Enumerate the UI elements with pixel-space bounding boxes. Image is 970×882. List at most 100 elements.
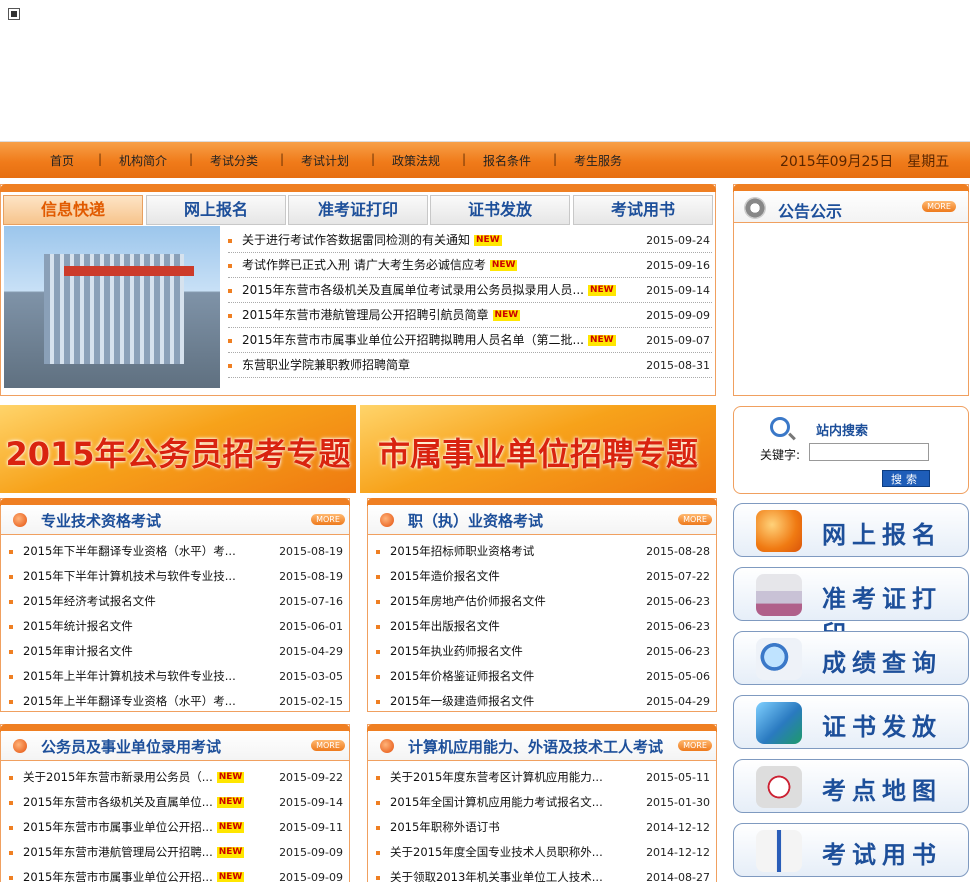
side-button-label: 网上报名 <box>822 521 942 549</box>
item-title[interactable]: 关于领取2013年机关事业单位工人技术... <box>390 865 603 882</box>
list-item[interactable]: 2015年下半年计算机技术与软件专业技... 2015-08-19 <box>7 564 345 589</box>
list-item[interactable]: 2015年招标师职业资格考试 2015-08-28 <box>374 539 712 564</box>
news-link[interactable]: 2015年东营市各级机关及直属单位考试录用公务员拟录用人员... NEW <box>242 278 616 303</box>
more-button[interactable]: MORE <box>922 201 956 212</box>
item-title[interactable]: 2015年上半年翻译专业资格（水平）考... <box>23 689 236 714</box>
more-button[interactable]: MORE <box>311 740 345 751</box>
promo-banner-civil-service[interactable]: 2015年公务员招考专题 <box>0 405 356 493</box>
list-item[interactable]: 关于2015年度全国专业技术人员职称外... 2014-12-12 <box>374 840 712 865</box>
tab-news-express[interactable]: 信息快递 <box>3 195 143 225</box>
list-item[interactable]: 关于领取2013年机关事业单位工人技术... 2014-08-27 <box>374 865 712 882</box>
item-link[interactable]: 2015年东营市市属事业单位公开招... NEW <box>23 865 245 882</box>
list-item[interactable]: 2015年执业药师报名文件 2015-06-23 <box>374 639 712 664</box>
item-title[interactable]: 2015年价格鉴证师报名文件 <box>390 664 534 689</box>
more-button[interactable]: MORE <box>311 514 345 525</box>
list-item[interactable]: 2015年职称外语订书 2014-12-12 <box>374 815 712 840</box>
list-item[interactable]: 2015年审计报名文件 2015-04-29 <box>7 639 345 664</box>
item-title[interactable]: 2015年职称外语订书 <box>390 815 500 840</box>
item-title[interactable]: 2015年经济考试报名文件 <box>23 589 156 614</box>
list-item[interactable]: 关于2015年度东营考区计算机应用能力... 2015-05-11 <box>374 765 712 790</box>
news-link[interactable]: 东营职业学院兼职教师招聘简章 <box>242 353 410 378</box>
news-link[interactable]: 2015年东营市市属事业单位公开招聘拟聘用人员名单（第二批... NEW <box>242 328 616 353</box>
list-item[interactable]: 2015年一级建造师报名文件 2015-04-29 <box>374 689 712 714</box>
item-title[interactable]: 2015年东营市市属事业单位公开招... <box>23 870 213 882</box>
list-item[interactable]: 2015年东营市市属事业单位公开招聘拟聘用人员名单（第二批... NEW 2015… <box>228 328 712 353</box>
item-title[interactable]: 2015年执业药师报名文件 <box>390 639 523 664</box>
item-title[interactable]: 2015年下半年翻译专业资格（水平）考... <box>23 539 236 564</box>
item-title[interactable]: 2015年出版报名文件 <box>390 614 500 639</box>
more-button[interactable]: MORE <box>678 514 712 525</box>
nav-item-policy[interactable]: 政策法规 <box>392 152 440 169</box>
side-button-exam-map[interactable]: 考点地图 <box>733 759 969 813</box>
item-title[interactable]: 2015年造价报名文件 <box>390 564 500 589</box>
list-item[interactable]: 2015年东营市港航管理局公开招聘... NEW 2015-09-09 <box>7 840 345 865</box>
list-item[interactable]: 2015年出版报名文件 2015-06-23 <box>374 614 712 639</box>
item-title[interactable]: 2015年上半年计算机技术与软件专业技... <box>23 664 236 689</box>
side-button-score-query[interactable]: 成绩查询 <box>733 631 969 685</box>
tab-certificate[interactable]: 证书发放 <box>430 195 570 225</box>
list-item[interactable]: 2015年全国计算机应用能力考试报名文... 2015-01-30 <box>374 790 712 815</box>
news-photo[interactable] <box>4 226 220 388</box>
news-title[interactable]: 东营职业学院兼职教师招聘简章 <box>242 358 410 372</box>
item-title[interactable]: 2015年统计报名文件 <box>23 614 133 639</box>
promo-banner-public-institution[interactable]: 市属事业单位招聘专题 <box>360 405 716 493</box>
item-title[interactable]: 2015年一级建造师报名文件 <box>390 689 534 714</box>
list-item[interactable]: 2015年统计报名文件 2015-06-01 <box>7 614 345 639</box>
item-link[interactable]: 2015年东营市各级机关及直属单位... NEW <box>23 790 245 815</box>
item-title[interactable]: 2015年东营市各级机关及直属单位... <box>23 795 213 809</box>
search-input[interactable] <box>809 443 929 461</box>
list-item[interactable]: 2015年东营市港航管理局公开招聘引航员简章 NEW 2015-09-09 <box>228 303 712 328</box>
item-link[interactable]: 2015年东营市港航管理局公开招聘... NEW <box>23 840 245 865</box>
item-link[interactable]: 2015年东营市市属事业单位公开招... NEW <box>23 815 245 840</box>
item-title[interactable]: 关于2015年东营市新录用公务员（... <box>23 770 213 784</box>
list-item[interactable]: 2015年造价报名文件 2015-07-22 <box>374 564 712 589</box>
search-button[interactable]: 搜索 <box>882 470 930 487</box>
item-title[interactable]: 2015年东营市市属事业单位公开招... <box>23 820 213 834</box>
tab-online-registration[interactable]: 网上报名 <box>146 195 286 225</box>
list-item[interactable]: 东营职业学院兼职教师招聘简章 2015-08-31 <box>228 353 712 378</box>
list-item[interactable]: 2015年东营市市属事业单位公开招... NEW 2015-09-11 <box>7 815 345 840</box>
side-button-certificate[interactable]: 证书发放 <box>733 695 969 749</box>
item-title[interactable]: 关于2015年度东营考区计算机应用能力... <box>390 765 603 790</box>
list-item[interactable]: 2015年房地产估价师报名文件 2015-06-23 <box>374 589 712 614</box>
news-link[interactable]: 考试作弊已正式入刑 请广大考生务必诚信应考 NEW <box>242 253 518 278</box>
nav-item-requirements[interactable]: 报名条件 <box>483 152 531 169</box>
news-title[interactable]: 关于进行考试作答数据雷同检测的有关通知 <box>242 233 470 247</box>
item-title[interactable]: 2015年房地产估价师报名文件 <box>390 589 546 614</box>
side-button-online-registration[interactable]: 网上报名 <box>733 503 969 557</box>
news-title[interactable]: 2015年东营市港航管理局公开招聘引航员简章 <box>242 308 489 322</box>
side-button-admission-ticket[interactable]: 准考证打印 <box>733 567 969 648</box>
list-item[interactable]: 2015年下半年翻译专业资格（水平）考... 2015-08-19 <box>7 539 345 564</box>
side-button-exam-books[interactable]: 考试用书 <box>733 823 969 877</box>
list-item[interactable]: 关于2015年东营市新录用公务员（... NEW 2015-09-22 <box>7 765 345 790</box>
news-title[interactable]: 考试作弊已正式入刑 请广大考生务必诚信应考 <box>242 258 486 272</box>
news-link[interactable]: 关于进行考试作答数据雷同检测的有关通知 NEW <box>242 228 502 253</box>
list-item[interactable]: 2015年东营市各级机关及直属单位... NEW 2015-09-14 <box>7 790 345 815</box>
list-item[interactable]: 2015年价格鉴证师报名文件 2015-05-06 <box>374 664 712 689</box>
item-title[interactable]: 2015年下半年计算机技术与软件专业技... <box>23 564 236 589</box>
list-item[interactable]: 2015年上半年计算机技术与软件专业技... 2015-03-05 <box>7 664 345 689</box>
news-title[interactable]: 2015年东营市市属事业单位公开招聘拟聘用人员名单（第二批... <box>242 333 584 347</box>
item-title[interactable]: 2015年审计报名文件 <box>23 639 133 664</box>
list-item[interactable]: 考试作弊已正式入刑 请广大考生务必诚信应考 NEW 2015-09-16 <box>228 253 712 278</box>
item-title[interactable]: 2015年全国计算机应用能力考试报名文... <box>390 790 603 815</box>
nav-item-exam-plan[interactable]: 考试计划 <box>301 152 349 169</box>
list-item[interactable]: 关于进行考试作答数据雷同检测的有关通知 NEW 2015-09-24 <box>228 228 712 253</box>
nav-item-services[interactable]: 考生服务 <box>574 152 622 169</box>
nav-item-home[interactable]: 首页 <box>50 152 74 169</box>
list-item[interactable]: 2015年经济考试报名文件 2015-07-16 <box>7 589 345 614</box>
news-link[interactable]: 2015年东营市港航管理局公开招聘引航员简章 NEW <box>242 303 521 328</box>
list-item[interactable]: 2015年东营市市属事业单位公开招... NEW 2015-09-09 <box>7 865 345 882</box>
tab-admission-ticket[interactable]: 准考证打印 <box>288 195 428 225</box>
list-item[interactable]: 2015年东营市各级机关及直属单位考试录用公务员拟录用人员... NEW 2015… <box>228 278 712 303</box>
item-title[interactable]: 2015年招标师职业资格考试 <box>390 539 534 564</box>
list-item[interactable]: 2015年上半年翻译专业资格（水平）考... 2015-02-15 <box>7 689 345 714</box>
tab-exam-books[interactable]: 考试用书 <box>573 195 713 225</box>
more-button[interactable]: MORE <box>678 740 712 751</box>
nav-item-exam-categories[interactable]: 考试分类 <box>210 152 258 169</box>
news-title[interactable]: 2015年东营市各级机关及直属单位考试录用公务员拟录用人员... <box>242 283 584 297</box>
item-title[interactable]: 关于2015年度全国专业技术人员职称外... <box>390 840 603 865</box>
item-title[interactable]: 2015年东营市港航管理局公开招聘... <box>23 845 213 859</box>
nav-item-about[interactable]: 机构简介 <box>119 152 167 169</box>
item-link[interactable]: 关于2015年东营市新录用公务员（... NEW <box>23 765 245 790</box>
